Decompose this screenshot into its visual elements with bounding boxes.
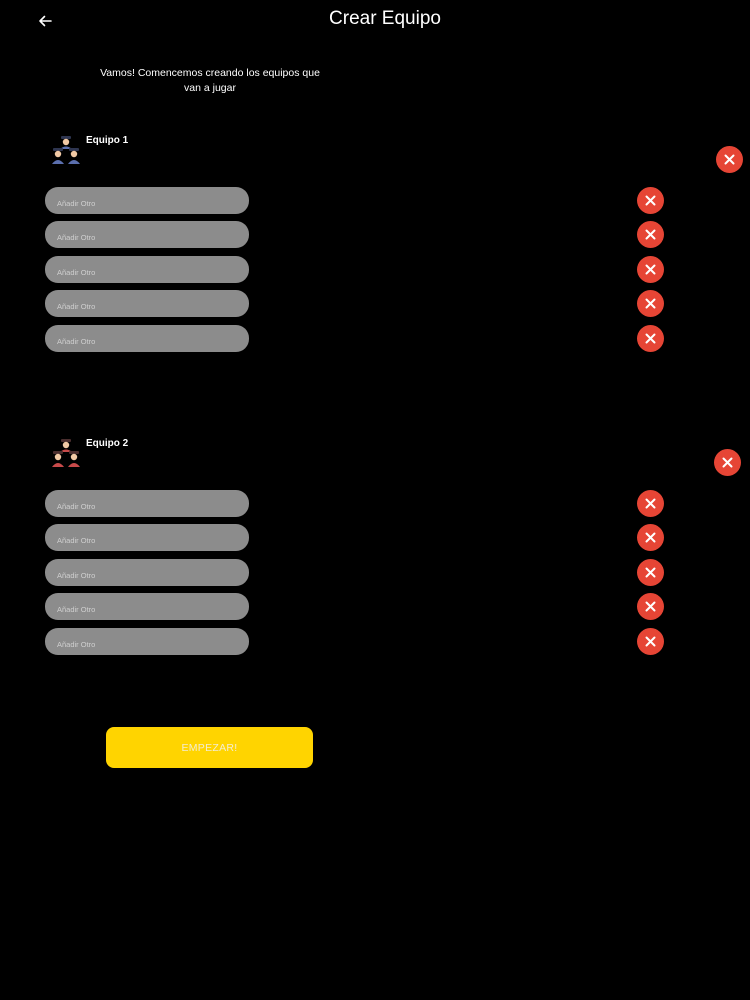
- close-icon: [645, 298, 656, 309]
- player-name-input[interactable]: [45, 524, 249, 551]
- close-icon: [724, 154, 735, 165]
- player-row: [0, 490, 750, 517]
- remove-player-button[interactable]: [637, 325, 664, 352]
- remove-player-button[interactable]: [637, 628, 664, 655]
- remove-player-button[interactable]: [637, 593, 664, 620]
- player-name-input[interactable]: [45, 221, 249, 248]
- page-title: Crear Equipo: [329, 8, 441, 29]
- close-icon: [645, 333, 656, 344]
- app-header: Crear Equipo: [0, 0, 750, 44]
- close-icon: [645, 532, 656, 543]
- start-button[interactable]: EMPEZAR!: [106, 727, 313, 768]
- close-icon: [645, 498, 656, 509]
- player-row: [0, 559, 750, 586]
- close-icon: [645, 567, 656, 578]
- player-name-input[interactable]: [45, 490, 249, 517]
- team-name: Equipo 1: [86, 135, 129, 146]
- remove-player-button[interactable]: [637, 490, 664, 517]
- player-row: [0, 325, 750, 352]
- remove-team-button[interactable]: [714, 449, 741, 476]
- intro-text: Vamos! Comencemos creando los equipos qu…: [100, 67, 320, 94]
- team-people-icon: [52, 136, 80, 164]
- player-row: [0, 221, 750, 248]
- remove-team-button[interactable]: [716, 146, 743, 173]
- remove-player-button[interactable]: [637, 290, 664, 317]
- player-name-input[interactable]: [45, 290, 249, 317]
- close-icon: [645, 636, 656, 647]
- remove-player-button[interactable]: [637, 187, 664, 214]
- player-row: [0, 593, 750, 620]
- remove-player-button[interactable]: [637, 256, 664, 283]
- remove-player-button[interactable]: [637, 524, 664, 551]
- player-name-input[interactable]: [45, 256, 249, 283]
- player-name-input[interactable]: [45, 628, 249, 655]
- player-row: [0, 256, 750, 283]
- close-icon: [645, 195, 656, 206]
- close-icon: [645, 264, 656, 275]
- close-icon: [645, 601, 656, 612]
- player-name-input[interactable]: [45, 559, 249, 586]
- remove-player-button[interactable]: [637, 559, 664, 586]
- player-row: [0, 187, 750, 214]
- close-icon: [645, 229, 656, 240]
- team-name: Equipo 2: [86, 438, 129, 449]
- player-row: [0, 628, 750, 655]
- remove-player-button[interactable]: [637, 221, 664, 248]
- player-name-input[interactable]: [45, 593, 249, 620]
- player-row: [0, 290, 750, 317]
- player-name-input[interactable]: [45, 325, 249, 352]
- player-name-input[interactable]: [45, 187, 249, 214]
- player-row: [0, 524, 750, 551]
- close-icon: [722, 457, 733, 468]
- team-people-icon: [52, 439, 80, 467]
